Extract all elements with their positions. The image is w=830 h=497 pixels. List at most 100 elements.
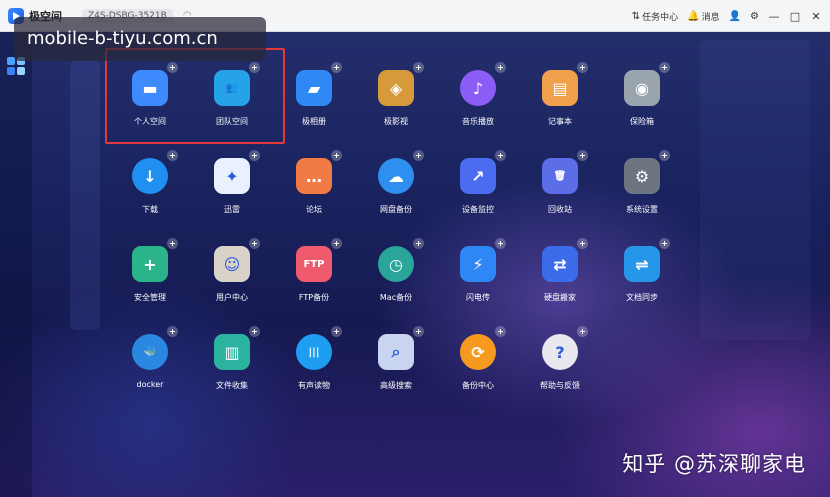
- app-label: 记事本: [548, 117, 572, 126]
- app-glyph: ◷: [389, 254, 403, 274]
- app-forum[interactable]: … + 论坛: [274, 150, 354, 236]
- app-glyph: ↓: [143, 166, 157, 186]
- app-label: 安全管理: [134, 293, 166, 302]
- app-label: 保险箱: [630, 117, 654, 126]
- app-settings[interactable]: ⚙ + 系统设置: [602, 150, 682, 236]
- notepad-icon: ▤ +: [542, 62, 588, 106]
- monitor-icon: ↗ +: [460, 150, 506, 194]
- app-user-center[interactable]: ☺ + 用户中心: [192, 238, 272, 324]
- add-badge-icon[interactable]: +: [249, 62, 260, 73]
- add-badge-icon[interactable]: +: [167, 150, 178, 161]
- url-overlay: mobile-b-tiyu.com.cn: [14, 17, 266, 61]
- add-badge-icon[interactable]: +: [413, 238, 424, 249]
- maximize-button[interactable]: □: [789, 10, 801, 23]
- app-cloud-backup[interactable]: ☁ + 网盘备份: [356, 150, 436, 236]
- user-icon[interactable]: 👤: [729, 11, 741, 22]
- add-badge-icon[interactable]: +: [167, 62, 178, 73]
- app-trash[interactable]: 🗑 + 回收站: [520, 150, 600, 236]
- app-label: 极影视: [384, 117, 408, 126]
- add-badge-icon[interactable]: +: [495, 326, 506, 337]
- app-label: 回收站: [548, 205, 572, 214]
- app-backup-center[interactable]: ⟳ + 备份中心: [438, 326, 518, 412]
- app-help[interactable]: ? + 帮助与反馈: [520, 326, 600, 412]
- app-label: 有声读物: [298, 381, 330, 390]
- app-glyph: ⇌: [635, 254, 649, 274]
- app-glyph: ▬: [142, 78, 158, 98]
- add-badge-icon[interactable]: +: [249, 326, 260, 337]
- add-badge-icon[interactable]: +: [331, 326, 342, 337]
- app-ftp[interactable]: FTP + FTP备份: [274, 238, 354, 324]
- app-safe[interactable]: ◉ + 保险箱: [602, 62, 682, 148]
- messages-button[interactable]: 🔔 消息: [687, 10, 719, 23]
- app-label: 用户中心: [216, 293, 248, 302]
- app-notepad[interactable]: ▤ + 记事本: [520, 62, 600, 148]
- app-label: FTP备份: [298, 293, 330, 302]
- add-badge-icon[interactable]: +: [659, 62, 670, 73]
- add-badge-icon[interactable]: +: [249, 150, 260, 161]
- app-label: 闪电传: [466, 293, 490, 302]
- messages-label: 消息: [701, 12, 720, 23]
- app-label: 帮助与反馈: [540, 381, 580, 390]
- gear-icon[interactable]: ⚙: [750, 11, 759, 22]
- left-dock: [0, 32, 32, 497]
- video-icon: ◈ +: [378, 62, 424, 106]
- add-badge-icon[interactable]: +: [167, 326, 178, 337]
- app-glyph: ▤: [552, 78, 568, 98]
- app-glyph: ↗: [471, 166, 485, 186]
- add-badge-icon[interactable]: +: [413, 326, 424, 337]
- app-glyph: ⚡: [472, 254, 484, 274]
- add-badge-icon[interactable]: +: [577, 326, 588, 337]
- app-label: 备份中心: [462, 381, 494, 390]
- close-button[interactable]: ✕: [810, 10, 822, 23]
- add-badge-icon[interactable]: +: [167, 238, 178, 249]
- add-badge-icon[interactable]: +: [331, 238, 342, 249]
- team-folder-icon: 👥 +: [214, 62, 260, 106]
- app-music[interactable]: ♪ + 音乐播放: [438, 62, 518, 148]
- app-glyph: ⟳: [471, 342, 485, 362]
- app-team-folder[interactable]: 👥 + 团队空间: [192, 62, 272, 148]
- app-file-collect[interactable]: ▥ + 文件收集: [192, 326, 272, 412]
- app-docker[interactable]: 🐳 + docker: [110, 326, 190, 412]
- app-thunder[interactable]: ✦ + 迅雷: [192, 150, 272, 236]
- app-lightning[interactable]: ⚡ + 闪电传: [438, 238, 518, 324]
- app-glyph: ⇄: [553, 254, 567, 274]
- add-badge-icon[interactable]: +: [659, 238, 670, 249]
- app-audiobook[interactable]: ||| + 有声读物: [274, 326, 354, 412]
- add-badge-icon[interactable]: +: [659, 150, 670, 161]
- add-badge-icon[interactable]: +: [577, 238, 588, 249]
- add-badge-icon[interactable]: +: [495, 62, 506, 73]
- app-doc-sync[interactable]: ⇌ + 文档同步: [602, 238, 682, 324]
- app-label: 下载: [142, 205, 158, 214]
- app-video[interactable]: ◈ + 极影视: [356, 62, 436, 148]
- app-glyph: 🐳: [143, 346, 157, 358]
- app-glyph: …: [306, 166, 322, 186]
- app-label: 系统设置: [626, 205, 658, 214]
- minimize-button[interactable]: —: [768, 10, 780, 23]
- app-monitor[interactable]: ↗ + 设备监控: [438, 150, 518, 236]
- task-center-label: 任务中心: [642, 12, 679, 23]
- app-glyph: ◉: [635, 78, 649, 98]
- app-mac-backup[interactable]: ◷ + Mac备份: [356, 238, 436, 324]
- add-badge-icon[interactable]: +: [413, 150, 424, 161]
- add-badge-icon[interactable]: +: [249, 238, 260, 249]
- app-shield[interactable]: + + 安全管理: [110, 238, 190, 324]
- folder-icon: ▬ +: [132, 62, 178, 106]
- app-disk-move[interactable]: ⇄ + 硬盘搬家: [520, 238, 600, 324]
- add-badge-icon[interactable]: +: [495, 150, 506, 161]
- add-badge-icon[interactable]: +: [577, 62, 588, 73]
- app-glyph: +: [143, 254, 157, 274]
- app-photo-album[interactable]: ▰ + 极相册: [274, 62, 354, 148]
- app-download[interactable]: ↓ + 下载: [110, 150, 190, 236]
- add-badge-icon[interactable]: +: [331, 150, 342, 161]
- add-badge-icon[interactable]: +: [577, 150, 588, 161]
- add-badge-icon[interactable]: +: [413, 62, 424, 73]
- add-badge-icon[interactable]: +: [495, 238, 506, 249]
- app-label: 个人空间: [134, 117, 166, 126]
- app-advanced-search[interactable]: ⌕ + 高级搜索: [356, 326, 436, 412]
- add-badge-icon[interactable]: +: [331, 62, 342, 73]
- background-window-left: [70, 60, 100, 330]
- help-icon: ? +: [542, 326, 588, 370]
- task-center-button[interactable]: ⇅ 任务中心: [632, 10, 678, 23]
- app-folder[interactable]: ▬ + 个人空间: [110, 62, 190, 148]
- app-label: 团队空间: [216, 117, 248, 126]
